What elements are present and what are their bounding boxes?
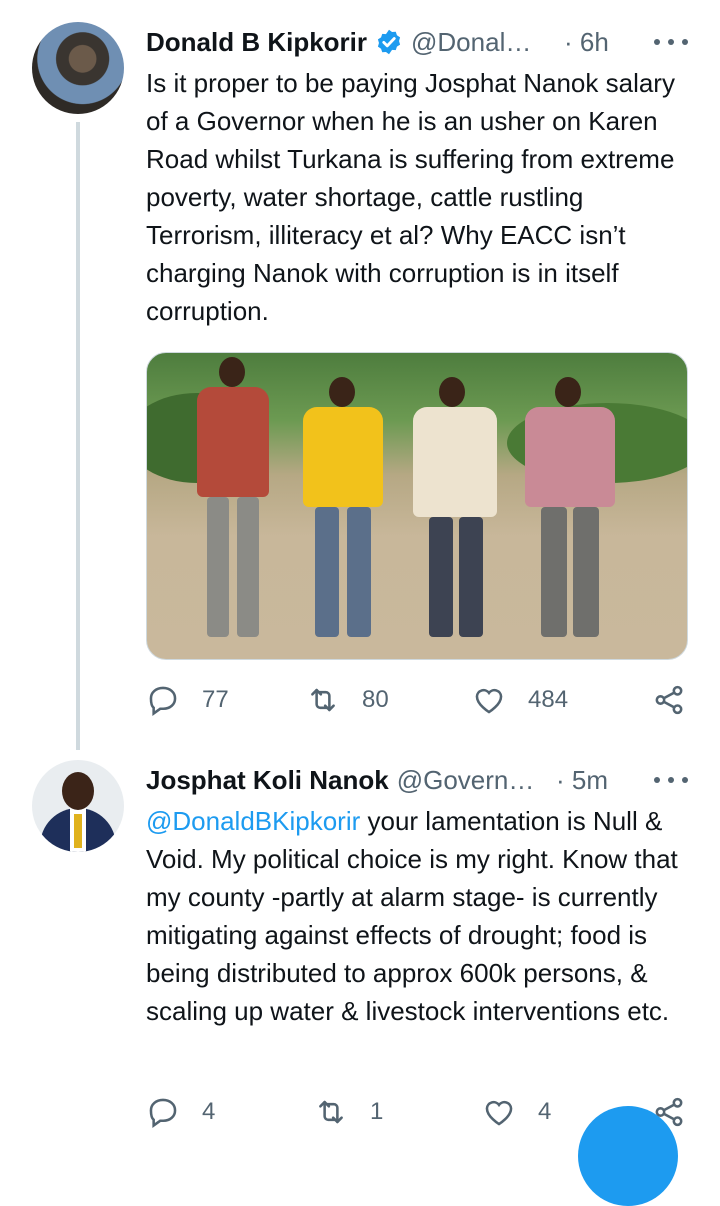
retweet-count: 80 bbox=[362, 686, 389, 713]
compose-tweet-button[interactable] bbox=[578, 1106, 678, 1206]
reply-button[interactable]: 77 bbox=[146, 680, 229, 720]
heart-icon bbox=[485, 1100, 513, 1126]
tweet-text: @DonaldBKipkorir your lamentation is Nul… bbox=[146, 802, 696, 1030]
like-count: 484 bbox=[528, 686, 569, 713]
tweet-header: Donald B Kipkorir @Donal… · 6h bbox=[146, 22, 688, 62]
tweet-header: Josphat Koli Nanok @Govern… · 5m bbox=[146, 760, 688, 800]
retweet-button[interactable]: 80 bbox=[306, 680, 389, 720]
share-button[interactable] bbox=[652, 680, 686, 720]
tweet-text: Is it proper to be paying Josphat Nanok … bbox=[146, 68, 675, 326]
tweet-text-body: your lamentation is Null & Void. My poli… bbox=[146, 806, 678, 1026]
avatar-josphat[interactable] bbox=[32, 760, 124, 852]
like-button[interactable]: 4 bbox=[482, 1092, 551, 1132]
mention-link[interactable]: @DonaldBKipkorir bbox=[146, 806, 360, 836]
tweet-actions: 77 80 484 bbox=[146, 680, 696, 720]
retweet-icon bbox=[311, 688, 335, 712]
retweet-icon bbox=[319, 1100, 343, 1124]
like-count: 4 bbox=[538, 1098, 552, 1125]
like-button[interactable]: 484 bbox=[472, 680, 568, 720]
more-dots-icon[interactable] bbox=[654, 770, 688, 790]
author-name[interactable]: Josphat Koli Nanok bbox=[146, 765, 389, 796]
reply-icon bbox=[149, 1098, 177, 1128]
retweet-button[interactable]: 1 bbox=[314, 1092, 383, 1132]
verified-badge-icon bbox=[375, 28, 403, 56]
thread-connector-line bbox=[76, 122, 80, 750]
author-name[interactable]: Donald B Kipkorir bbox=[146, 27, 367, 58]
more-dots-icon[interactable] bbox=[654, 32, 688, 52]
reply-icon bbox=[149, 686, 177, 716]
tweet-photo[interactable] bbox=[146, 352, 688, 660]
tweet-time[interactable]: · 5m bbox=[556, 765, 608, 796]
tweet-time[interactable]: · 6h bbox=[564, 27, 609, 58]
author-handle[interactable]: @Donal… bbox=[411, 27, 531, 58]
reply-count: 4 bbox=[202, 1098, 216, 1125]
author-handle[interactable]: @Govern… bbox=[397, 765, 535, 796]
avatar-donald[interactable] bbox=[32, 22, 124, 114]
reply-count: 77 bbox=[202, 686, 229, 713]
heart-icon bbox=[475, 688, 503, 714]
reply-button[interactable]: 4 bbox=[146, 1092, 215, 1132]
retweet-count: 1 bbox=[370, 1098, 384, 1125]
share-icon bbox=[655, 685, 683, 715]
